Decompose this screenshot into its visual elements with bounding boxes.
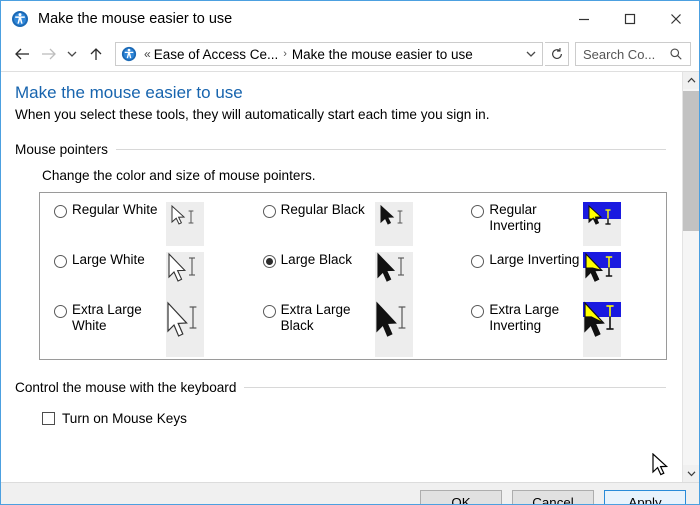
window-title: Make the mouse easier to use <box>38 11 233 27</box>
radio-large-inverting[interactable] <box>471 255 485 268</box>
pointer-option-extra-large-black[interactable]: Extra Large Black <box>249 301 458 357</box>
cancel-button[interactable]: Cancel <box>512 490 594 504</box>
radio-regular-white[interactable] <box>54 205 67 218</box>
recent-pages-chevron-down-icon[interactable] <box>61 41 83 67</box>
pointer-option-extra-large-white[interactable]: Extra Large White <box>40 301 249 357</box>
search-box[interactable]: Search Co... <box>575 42 691 66</box>
pointer-option-regular-white[interactable]: Regular White <box>40 202 249 252</box>
navigation-bar: « Ease of Access Ce... › Make the mouse … <box>1 37 699 71</box>
close-button[interactable] <box>653 1 699 37</box>
pointer-option-regular-inverting[interactable]: Regular Inverting <box>457 202 666 252</box>
mouse-pointers-instruction: Change the color and size of mouse point… <box>42 168 316 183</box>
pointer-label: Extra Large Inverting <box>489 302 560 333</box>
radio-extra-large-white[interactable] <box>54 305 67 318</box>
breadcrumb-item-ease-of-access[interactable]: Ease of Access Ce... <box>154 47 279 62</box>
pointer-options-group: Regular White Large White Extra Large Wh… <box>39 192 667 360</box>
radio-regular-inverting[interactable] <box>471 205 485 218</box>
pointer-label: Large White <box>72 252 145 267</box>
ok-button[interactable]: OK <box>420 490 502 504</box>
up-arrow-icon[interactable] <box>83 41 109 67</box>
scrollbar-track[interactable] <box>683 89 699 465</box>
content-area: Make the mouse easier to use When you se… <box>1 71 699 482</box>
radio-regular-black[interactable] <box>262 205 276 218</box>
radio-large-white[interactable] <box>54 255 67 268</box>
section-divider <box>244 387 666 388</box>
checkbox-label: Turn on Mouse Keys <box>62 411 187 426</box>
back-arrow-icon[interactable] <box>9 41 35 67</box>
search-input[interactable]: Search Co... <box>583 47 669 62</box>
ease-of-access-icon <box>11 10 29 28</box>
mouse-keys-row[interactable]: Turn on Mouse Keys <box>42 411 682 426</box>
breadcrumb-item-current[interactable]: Make the mouse easier to use <box>292 47 473 62</box>
address-ease-of-access-icon <box>121 46 137 62</box>
pointer-label: Regular Black <box>280 202 365 217</box>
search-icon[interactable] <box>669 47 683 61</box>
pointer-label: Extra Large Black <box>280 302 351 333</box>
settings-panel: Make the mouse easier to use When you se… <box>1 71 682 482</box>
radio-large-black[interactable] <box>262 255 276 268</box>
pointer-label: Large Inverting <box>489 252 580 267</box>
address-bar[interactable]: « Ease of Access Ce... › Make the mouse … <box>115 42 543 66</box>
section-title-keyboard: Control the mouse with the keyboard <box>15 380 237 395</box>
pointer-option-regular-black[interactable]: Regular Black <box>249 202 458 252</box>
pointer-option-large-black[interactable]: Large Black <box>249 252 458 302</box>
section-mouse-pointers-header: Mouse pointers <box>15 142 682 157</box>
scrollbar-thumb[interactable] <box>683 91 699 231</box>
apply-button[interactable]: Apply <box>604 490 686 504</box>
section-title-mouse-pointers: Mouse pointers <box>15 142 108 157</box>
radio-extra-large-black[interactable] <box>262 305 276 318</box>
pointer-column-white: Regular White Large White Extra Large Wh… <box>40 193 249 359</box>
dialog-button-bar: OK Cancel Apply <box>1 482 699 504</box>
pointer-option-extra-large-inverting[interactable]: Extra Large Inverting <box>457 301 666 357</box>
pointer-column-inverting: Regular Inverting Large Inverting Extra … <box>457 193 666 359</box>
forward-arrow-icon <box>35 41 61 67</box>
section-divider <box>115 149 666 150</box>
pointer-label: Regular White <box>72 202 158 217</box>
breadcrumb-separator: › <box>283 48 287 60</box>
title-bar: Make the mouse easier to use <box>1 1 699 37</box>
checkbox-turn-on-mouse-keys[interactable] <box>42 412 55 425</box>
minimize-button[interactable] <box>561 1 607 37</box>
scroll-up-icon[interactable] <box>683 72 699 89</box>
maximize-button[interactable] <box>607 1 653 37</box>
scroll-down-icon[interactable] <box>683 465 699 482</box>
pointer-label: Large Black <box>280 252 352 267</box>
page-subtitle: When you select these tools, they will a… <box>15 107 490 122</box>
refresh-icon[interactable] <box>545 42 569 66</box>
radio-extra-large-inverting[interactable] <box>471 305 485 318</box>
breadcrumb-overflow[interactable]: « <box>141 47 154 61</box>
section-keyboard-header: Control the mouse with the keyboard <box>15 380 682 395</box>
pointer-option-large-inverting[interactable]: Large Inverting <box>457 252 666 302</box>
window-make-mouse-easier: Make the mouse easier to use « Ease of A… <box>0 0 700 505</box>
pointer-option-large-white[interactable]: Large White <box>40 252 249 302</box>
address-chevron-down-icon[interactable] <box>520 43 542 65</box>
vertical-scrollbar[interactable] <box>682 71 699 482</box>
window-controls <box>561 1 699 37</box>
pointer-label: Extra Large White <box>72 302 142 333</box>
page-title: Make the mouse easier to use <box>15 83 243 102</box>
pointer-label: Regular Inverting <box>489 202 542 233</box>
pointer-column-black: Regular Black Large Black Extra Large Bl… <box>249 193 458 359</box>
